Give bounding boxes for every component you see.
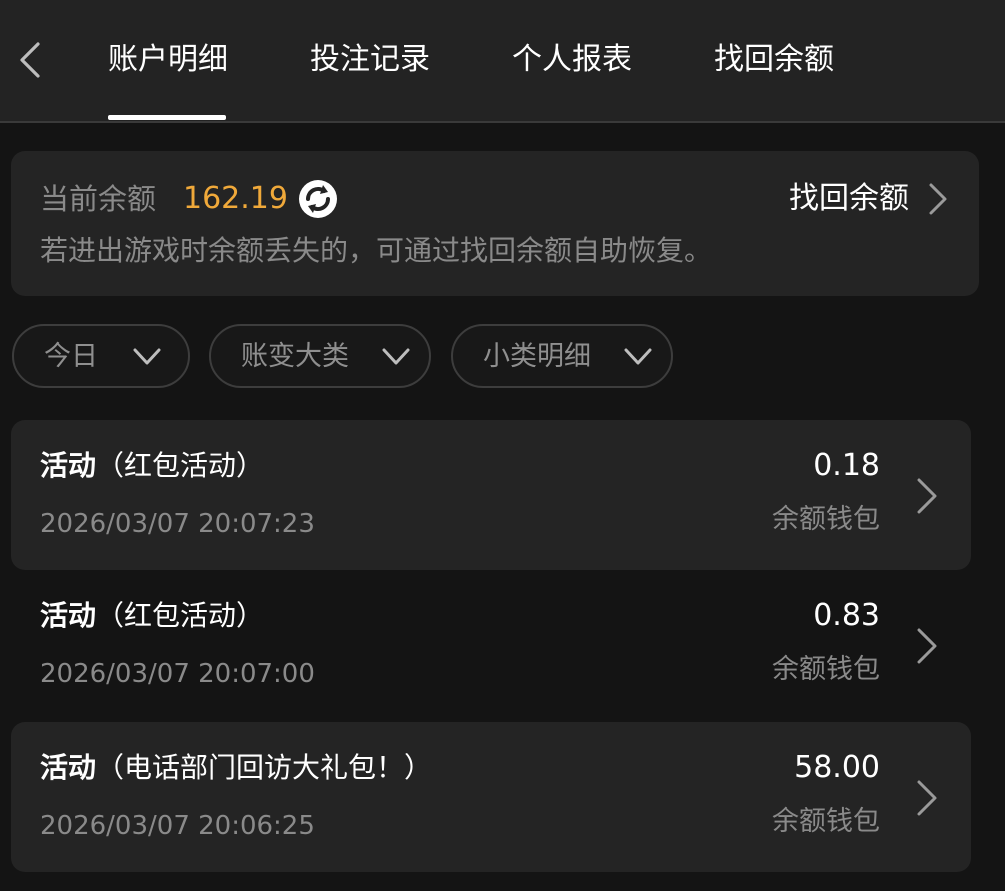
- account-details-page: 账户明细 投注记录 个人报表 找回余额 当前余额 162.19 找回余额 若进出…: [0, 0, 1005, 891]
- record-title: 活动（红包活动）: [40, 596, 264, 636]
- chevron-right-icon: [917, 780, 937, 816]
- record-wallet: 余额钱包: [772, 806, 880, 837]
- tab-personal-report[interactable]: 个人报表: [512, 38, 632, 82]
- chevron-right-icon: [917, 478, 937, 514]
- recover-hint-text: 若进出游戏时余额丢失的，可通过找回余额自助恢复。: [40, 234, 713, 267]
- record-amount: 0.83: [813, 598, 880, 633]
- record-row[interactable]: 活动（电话部门回访大礼包！） 2026/03/07 20:06:25 58.00…: [11, 722, 971, 872]
- refresh-balance-button[interactable]: [297, 178, 339, 220]
- tab-bet-records[interactable]: 投注记录: [310, 38, 430, 82]
- top-navigation-bar: 账户明细 投注记录 个人报表 找回余额: [0, 0, 1005, 123]
- balance-card: 当前余额 162.19 找回余额 若进出游戏时余额丢失的，可通过找回余额自助恢复…: [11, 151, 979, 296]
- record-time: 2026/03/07 20:07:00: [40, 659, 315, 689]
- recover-balance-link[interactable]: 找回余额: [789, 177, 949, 221]
- date-filter-label: 今日: [44, 341, 98, 372]
- balance-amount: 162.19: [183, 181, 288, 216]
- tab-recover-balance[interactable]: 找回余额: [714, 38, 834, 82]
- record-row[interactable]: 活动（红包活动） 2026/03/07 20:07:00 0.83 余额钱包: [11, 570, 971, 720]
- record-time: 2026/03/07 20:07:23: [40, 509, 315, 539]
- record-category: 活动: [40, 599, 97, 632]
- record-wallet: 余额钱包: [772, 654, 880, 685]
- back-button[interactable]: [10, 36, 50, 84]
- date-filter-dropdown[interactable]: 今日: [12, 324, 190, 388]
- record-category: 活动: [40, 449, 97, 482]
- chevron-left-icon: [20, 42, 40, 78]
- balance-label: 当前余额: [40, 182, 157, 216]
- category-filter-dropdown[interactable]: 账变大类: [209, 324, 431, 388]
- record-amount: 0.18: [813, 448, 880, 483]
- chevron-down-icon: [382, 348, 410, 365]
- chevron-down-icon: [133, 348, 161, 365]
- refresh-icon: [299, 180, 337, 218]
- active-tab-indicator: [108, 115, 226, 120]
- subcategory-filter-label: 小类明细: [483, 341, 591, 372]
- chevron-right-icon: [917, 628, 937, 664]
- record-row[interactable]: 活动（红包活动） 2026/03/07 20:07:23 0.18 余额钱包: [11, 420, 971, 570]
- chevron-down-icon: [624, 348, 652, 365]
- category-filter-label: 账变大类: [241, 341, 349, 372]
- subcategory-filter-dropdown[interactable]: 小类明细: [451, 324, 673, 388]
- record-title: 活动（红包活动）: [40, 446, 264, 486]
- record-time: 2026/03/07 20:06:25: [40, 811, 315, 841]
- record-amount: 58.00: [794, 750, 880, 785]
- record-wallet: 余额钱包: [772, 504, 880, 535]
- record-category: 活动: [40, 751, 97, 784]
- record-detail: （红包活动）: [96, 449, 265, 482]
- tab-account-details[interactable]: 账户明细: [108, 38, 228, 82]
- chevron-right-icon: [927, 181, 949, 217]
- record-detail: （电话部门回访大礼包！）: [96, 751, 433, 784]
- record-title: 活动（电话部门回访大礼包！）: [40, 748, 432, 788]
- record-detail: （红包活动）: [96, 599, 265, 632]
- recover-balance-label: 找回余额: [789, 181, 909, 216]
